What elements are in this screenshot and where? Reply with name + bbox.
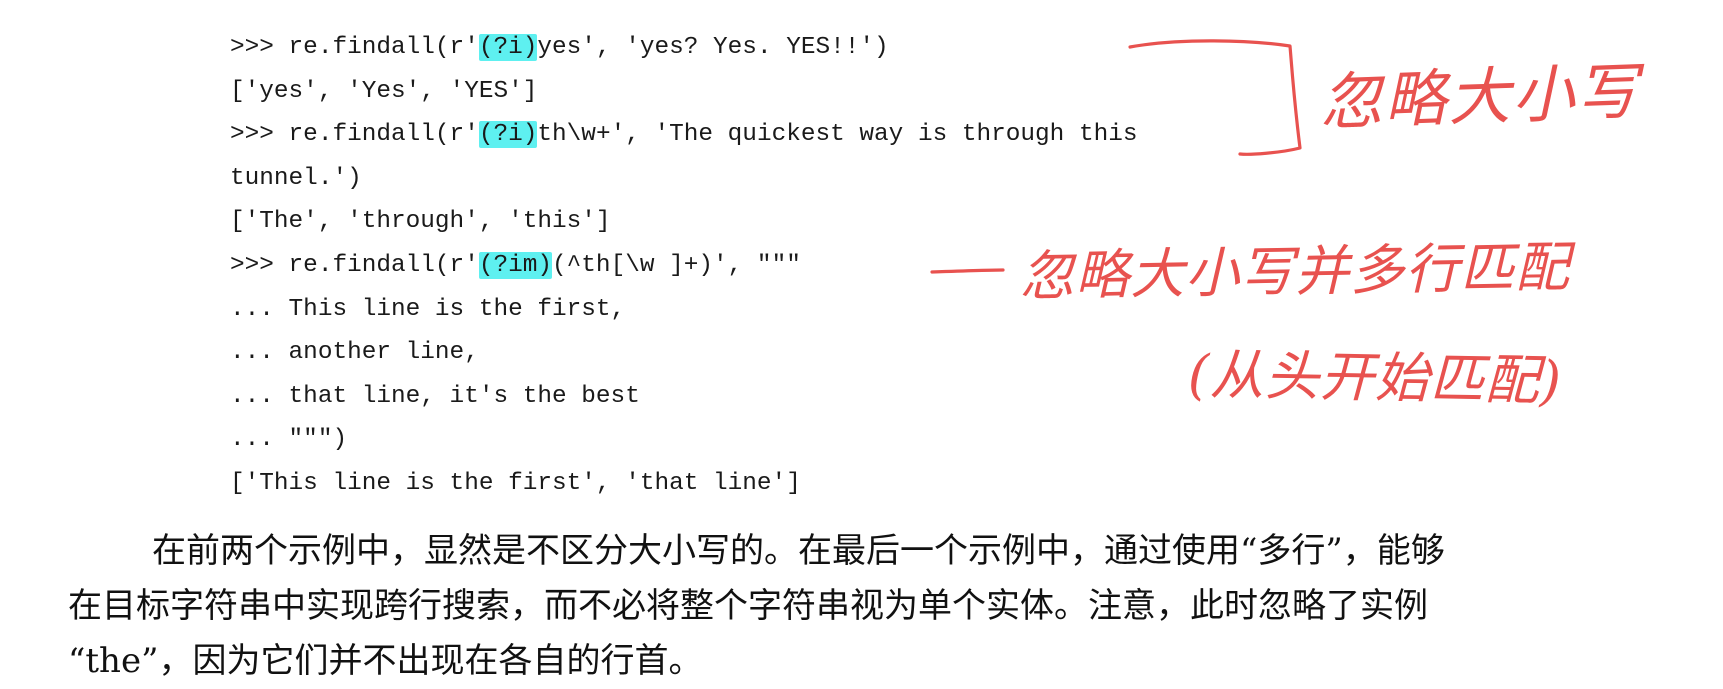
handwritten-note-ignore-case: 忽略大小写 — [1318, 54, 1642, 139]
highlighted-flag: (?i) — [478, 121, 538, 149]
code-text: yes', 'yes? Yes. YES!!') — [537, 34, 889, 61]
code-line: ['yes', 'Yes', 'YES'] — [230, 77, 538, 105]
paragraph-line: “the”，因为它们并不出现在各自的行首。 — [68, 641, 703, 681]
code-text: >>> re.findall(r' — [230, 121, 479, 149]
code-block: >>> re.findall(r'(?i)yes', 'yes? Yes. YE… — [230, 26, 1138, 506]
code-line: >>> re.findall(r'(?i)th\w+', 'The quicke… — [230, 113, 1138, 157]
code-line: ... This line is the first, — [230, 295, 626, 323]
code-line: ... another line, — [230, 339, 479, 367]
highlighted-flag: (?i) — [478, 34, 538, 61]
paragraph-line: 在前两个示例中，显然是不区分大小写的。在最后一个示例中，通过使用“多行”，能够 — [152, 531, 1445, 571]
code-line: >>> re.findall(r'(?i)yes', 'yes? Yes. YE… — [230, 26, 1138, 70]
bracket-mark — [1128, 39, 1302, 156]
code-line: tunnel.') — [230, 164, 362, 192]
code-line: ['This line is the first', 'that line'] — [230, 469, 801, 497]
code-line: ... that line, it's the best — [230, 382, 640, 410]
handwritten-note-ignore-case-multiline: 忽略大小写并多行匹配 — [1019, 235, 1571, 308]
code-text: >>> re.findall(r' — [230, 251, 479, 279]
handwritten-note-match-from-start: (从头开始匹配) — [1187, 343, 1563, 413]
paragraph-line: 在目标字符串中实现跨行搜索，而不必将整个字符串视为单个实体。注意，此时忽略了实例 — [68, 586, 1428, 626]
code-line: ['The', 'through', 'this'] — [230, 208, 611, 236]
document-page: >>> re.findall(r'(?i)yes', 'yes? Yes. YE… — [0, 0, 1723, 681]
highlighted-flag: (?im) — [478, 251, 553, 279]
code-text: (^th[\w ]+)', """ — [552, 251, 801, 279]
code-line: ... """) — [230, 426, 348, 454]
code-text: >>> re.findall(r' — [230, 34, 479, 61]
body-paragraph: 在前两个示例中，显然是不区分大小写的。在最后一个示例中，通过使用“多行”，能够 … — [68, 524, 1628, 689]
code-line: >>> re.findall(r'(?im)(^th[\w ]+)', """ — [230, 244, 1138, 288]
code-text: th\w+', 'The quickest way is through thi… — [537, 121, 1138, 149]
